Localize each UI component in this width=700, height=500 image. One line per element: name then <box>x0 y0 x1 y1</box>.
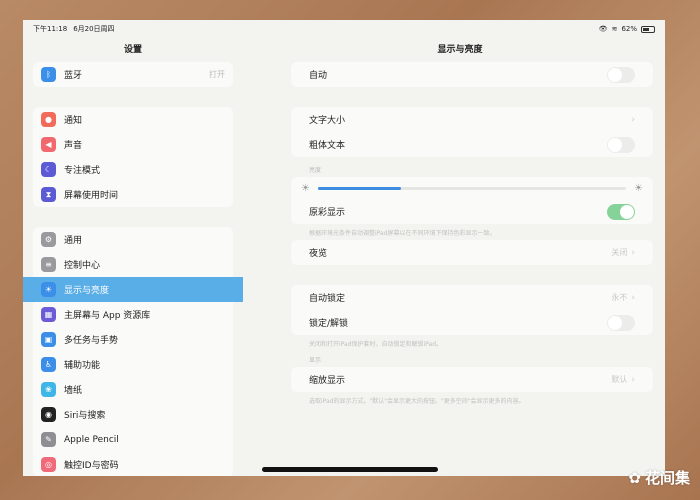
sidebar-item-label: Siri与搜索 <box>64 411 106 421</box>
multitask-icon: ▣ <box>41 332 56 347</box>
status-time: 下午11:18 <box>33 25 68 33</box>
sidebar-item[interactable]: ◀ 声音 <box>33 132 233 157</box>
text-size-row[interactable]: 文字大小 › <box>291 107 653 132</box>
sidebar-item-label: Apple Pencil <box>64 434 119 445</box>
ipad-screen: 下午11:18 6月20日周四 👁 ≋ 62% 设置 ᛒ 蓝牙 打开 ● 通知 ◀ 声音 ☾ 专… <box>23 20 665 476</box>
bell-icon: ● <box>41 112 56 127</box>
wifi-icon: ≋ <box>611 25 618 33</box>
home-grid-icon: ▦ <box>41 307 56 322</box>
display-zoom-row[interactable]: 缩放显示 默认 › <box>291 367 653 392</box>
true-tone-row[interactable]: 原彩显示 <box>291 199 653 224</box>
settings-sidebar: 设置 ᛒ 蓝牙 打开 ● 通知 ◀ 声音 ☾ 专注模式 ⧗ 屏幕使用时间 ⚙ 通用 ≡ 控制中心 ☀ 显示与亮度… <box>23 38 243 476</box>
sidebar-item-label: 主屏幕与 App 资源库 <box>64 311 151 321</box>
hourglass-icon: ⧗ <box>41 187 56 202</box>
sidebar-item-label: 显示与亮度 <box>64 286 110 296</box>
zoom-note: 选取iPad的显示方式。"默认"会显示更大的按钮。"更多空间"会显示更多的内容。 <box>309 398 525 405</box>
text-group: 文字大小 › 粗体文本 <box>291 107 653 157</box>
sidebar-item-value: 打开 <box>209 70 225 79</box>
bluetooth-icon: ᛒ <box>41 67 56 82</box>
lock-unlock-row[interactable]: 锁定/解锁 <box>291 310 653 335</box>
night-shift-group: 夜览 关闭 › <box>291 240 653 265</box>
sidebar-item-label: 声音 <box>64 141 83 151</box>
sidebar-item[interactable]: ❀ 墙纸 <box>33 377 233 402</box>
brightness-slider[interactable]: ☀ ☀ <box>291 177 653 199</box>
brightness-track[interactable] <box>317 186 627 190</box>
sun-large-icon: ☀ <box>634 182 643 194</box>
sun-small-icon: ☀ <box>301 182 310 194</box>
chevron-right-icon: › <box>631 292 635 303</box>
night-shift-row[interactable]: 夜览 关闭 › <box>291 240 653 265</box>
fingerprint-icon: ◎ <box>41 457 56 472</box>
accessibility-icon: ♿ <box>41 357 56 372</box>
sidebar-item-label: 屏幕使用时间 <box>64 191 119 201</box>
lock-group: 自动锁定 永不 › 锁定/解锁 <box>291 285 653 335</box>
sidebar-item[interactable]: ☾ 专注模式 <box>33 157 233 182</box>
sidebar-item-label: 墙纸 <box>64 386 83 396</box>
sidebar-item[interactable]: ● 通知 <box>33 107 233 132</box>
appearance-group: 自动 <box>291 62 653 87</box>
home-indicator[interactable] <box>262 467 438 472</box>
brightness-fill <box>317 186 402 190</box>
sidebar-item[interactable]: ≡ 控制中心 <box>33 252 233 277</box>
sidebar-item[interactable]: ⚙ 通用 <box>33 227 233 252</box>
bold-text-toggle[interactable] <box>607 136 635 153</box>
sidebar-item[interactable]: ◉ Siri与搜索 <box>33 402 233 427</box>
display-brightness-pane: 显示与亮度 自动 文字大小 › 粗体文本 亮度 ☀ ☀ 原彩显示 根据环境光条件… <box>255 38 665 476</box>
chevron-right-icon: › <box>631 114 635 125</box>
sidebar-item-label: 通用 <box>64 236 83 246</box>
sidebar-item[interactable]: ☀ 显示与亮度 <box>23 277 243 302</box>
brightness-group: ☀ ☀ 原彩显示 <box>291 177 653 224</box>
sidebar-item-label: 多任务与手势 <box>64 336 119 346</box>
status-bar: 下午11:18 6月20日周四 👁 ≋ 62% <box>23 20 665 38</box>
siri-icon: ◉ <box>41 407 56 422</box>
sidebar-item[interactable]: ⧗ 屏幕使用时间 <box>33 182 233 207</box>
watermark: ✿ 花间集 <box>628 468 690 488</box>
gear-icon: ⚙ <box>41 232 56 247</box>
bold-text-row[interactable]: 粗体文本 <box>291 132 653 157</box>
eye-icon: 👁 <box>598 25 608 33</box>
sidebar-item-label: 专注模式 <box>64 166 101 176</box>
display-header: 显示 <box>309 357 322 364</box>
moon-icon: ☾ <box>41 162 56 177</box>
battery-percent: 62% <box>621 25 637 33</box>
brightness-header: 亮度 <box>309 167 322 174</box>
sidebar-item[interactable]: ▣ 多任务与手势 <box>33 327 233 352</box>
true-tone-note: 根据环境光条件自动调整iPad屏幕以在不同环境下保持色彩显示一致。 <box>309 230 496 237</box>
sidebar-item-label: 通知 <box>64 116 83 126</box>
status-date: 6月20日周四 <box>73 25 115 33</box>
display-zoom-value: 默认 <box>611 375 628 384</box>
true-tone-toggle[interactable] <box>607 203 635 220</box>
sidebar-item[interactable]: ♿ 辅助功能 <box>33 352 233 377</box>
night-shift-value: 关闭 <box>611 248 628 257</box>
brightness-icon: ☀ <box>41 282 56 297</box>
lock-unlock-toggle[interactable] <box>607 314 635 331</box>
sidebar-group: ● 通知 ◀ 声音 ☾ 专注模式 ⧗ 屏幕使用时间 <box>33 107 233 207</box>
battery-icon <box>641 25 655 33</box>
speaker-icon: ◀ <box>41 137 56 152</box>
lock-note: 关闭和打开iPad保护套时，自动锁定和解锁iPad。 <box>309 341 443 348</box>
sidebar-item[interactable]: ᛒ 蓝牙 打开 <box>33 62 233 87</box>
pencil-icon: ✎ <box>41 432 56 447</box>
auto-lock-value: 永不 <box>611 293 628 302</box>
watermark-logo-icon: ✿ <box>628 468 641 487</box>
chevron-right-icon: › <box>631 374 635 385</box>
wallpaper-icon: ❀ <box>41 382 56 397</box>
sidebar-group: ⚙ 通用 ≡ 控制中心 ☀ 显示与亮度 ▦ 主屏幕与 App 资源库 ▣ 多任务与手势 ♿ 辅助功能 ❀… <box>23 227 243 476</box>
sidebar-item-label: 辅助功能 <box>64 361 101 371</box>
auto-appearance-toggle[interactable] <box>607 66 635 83</box>
auto-appearance-row[interactable]: 自动 <box>291 62 653 87</box>
control-center-icon: ≡ <box>41 257 56 272</box>
zoom-group: 缩放显示 默认 › <box>291 367 653 392</box>
sidebar-item-label: 触控ID与密码 <box>64 461 119 471</box>
page-title: 显示与亮度 <box>437 45 483 55</box>
sidebar-item-label: 蓝牙 <box>64 71 83 81</box>
auto-lock-row[interactable]: 自动锁定 永不 › <box>291 285 653 310</box>
sidebar-item[interactable]: ✎ Apple Pencil <box>33 427 233 452</box>
sidebar-title: 设置 <box>123 45 142 55</box>
chevron-right-icon: › <box>631 247 635 258</box>
sidebar-group: ᛒ 蓝牙 打开 <box>33 62 233 87</box>
sidebar-item-label: 控制中心 <box>64 261 101 271</box>
sidebar-item[interactable]: ▦ 主屏幕与 App 资源库 <box>33 302 233 327</box>
sidebar-item[interactable]: ◎ 触控ID与密码 <box>33 452 233 476</box>
